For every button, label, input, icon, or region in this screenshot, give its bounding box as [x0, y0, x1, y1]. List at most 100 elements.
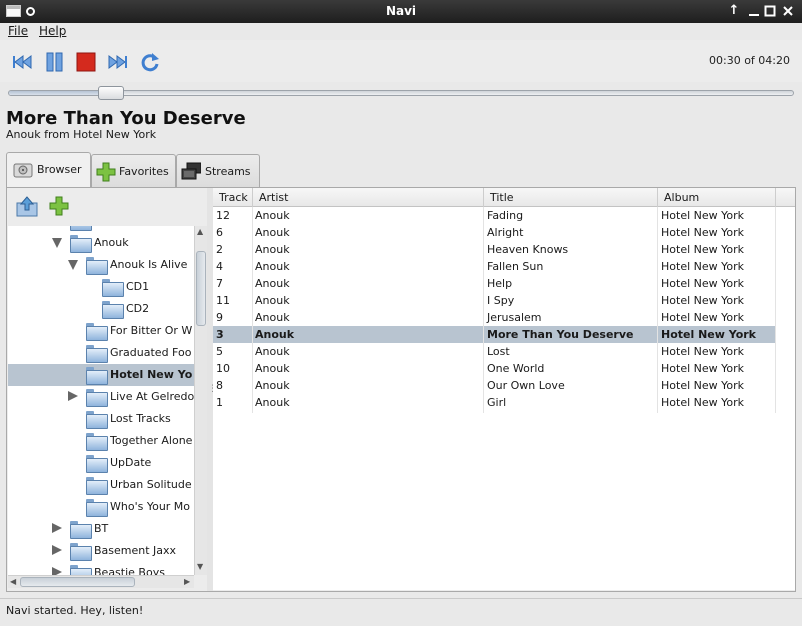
tree-item[interactable]: CD2 — [8, 298, 194, 320]
tree-item[interactable]: Hotel New Yo — [8, 364, 194, 386]
cell-artist: Anouk — [255, 243, 290, 256]
tree-item-label: Anouk — [94, 236, 129, 249]
scroll-up-icon[interactable]: ▲ — [197, 227, 203, 236]
tree-item[interactable]: Live At Gelredo — [8, 386, 194, 408]
cell-album: Hotel New York — [661, 311, 745, 324]
collapsed-arrow-icon[interactable] — [52, 567, 62, 575]
cell-album: Hotel New York — [661, 294, 745, 307]
column-album[interactable]: Album — [664, 191, 699, 204]
folder-icon — [86, 323, 108, 341]
collapsed-arrow-icon[interactable] — [68, 391, 78, 401]
folder-icon — [86, 367, 108, 385]
close-icon[interactable] — [780, 3, 796, 19]
cell-album: Hotel New York — [661, 209, 745, 222]
maximize-icon[interactable] — [762, 3, 778, 19]
scroll-left-icon[interactable]: ◀ — [10, 577, 16, 586]
collapsed-arrow-icon[interactable] — [52, 545, 62, 555]
title-bar: Navi ↑ — [0, 0, 802, 23]
table-row[interactable]: 9 Anouk Jerusalem Hotel New York — [213, 309, 775, 326]
cell-title: Jerusalem — [487, 311, 542, 324]
tree-item-label: Basement Jaxx — [94, 544, 177, 557]
seek-progress — [9, 91, 99, 95]
cell-artist: Anouk — [255, 226, 290, 239]
tab-favorites[interactable]: Favorites — [91, 154, 176, 187]
stop-button[interactable] — [75, 52, 97, 72]
cell-track: 10 — [216, 362, 230, 375]
tree-item-label: Anouk Is Alive — [110, 258, 188, 271]
cell-album: Hotel New York — [661, 260, 745, 273]
table-row[interactable]: 4 Anouk Fallen Sun Hotel New York — [213, 258, 775, 275]
menu-file[interactable]: File — [8, 24, 28, 38]
cell-track: 12 — [216, 209, 230, 222]
menu-help[interactable]: Help — [39, 24, 66, 38]
cell-album: Hotel New York — [661, 243, 745, 256]
table-row[interactable]: 6 Anouk Alright Hotel New York — [213, 224, 775, 241]
tree-item[interactable]: Who's Your Mo — [8, 496, 194, 518]
tree-horizontal-scrollbar[interactable]: ◀ ▶ — [8, 575, 194, 588]
tab-streams-label: Streams — [205, 165, 251, 178]
minimize-icon[interactable] — [746, 3, 762, 19]
tree-item[interactable]: Lost Tracks — [8, 408, 194, 430]
tree-item-label: BT — [94, 522, 109, 535]
cell-artist: Anouk — [255, 294, 290, 307]
folder-icon — [86, 257, 108, 275]
column-artist[interactable]: Artist — [259, 191, 288, 204]
cell-artist: Anouk — [255, 277, 290, 290]
tab-browser-label: Browser — [37, 163, 82, 176]
seek-bar[interactable] — [8, 90, 794, 96]
folder-up-icon[interactable] — [16, 196, 38, 218]
folder-icon — [86, 389, 108, 407]
tree-item[interactable]: Urban Solitude — [8, 474, 194, 496]
seek-handle[interactable] — [98, 86, 124, 100]
tree-item[interactable]: Anouk — [8, 232, 194, 254]
tree-item[interactable]: BT — [8, 518, 194, 540]
table-row[interactable]: 12 Anouk Fading Hotel New York — [213, 207, 775, 224]
table-row[interactable]: 1 Anouk Girl Hotel New York — [213, 394, 775, 411]
tab-browser[interactable]: Browser — [6, 152, 91, 188]
cell-track: 5 — [216, 345, 223, 358]
table-row[interactable]: 2 Anouk Heaven Knows Hotel New York — [213, 241, 775, 258]
tree-vertical-scrollbar[interactable]: ▲ ▼ — [194, 226, 207, 575]
column-track[interactable]: Track — [219, 191, 248, 204]
stop-icon — [76, 52, 96, 72]
tree-item[interactable]: UpDate — [8, 452, 194, 474]
tree-item[interactable]: Anouk Is Alive — [8, 254, 194, 276]
add-icon[interactable] — [49, 196, 69, 216]
cell-track: 11 — [216, 294, 230, 307]
tree-item[interactable]: Together Alone — [8, 430, 194, 452]
repeat-button[interactable] — [139, 51, 161, 72]
cell-title: Alright — [487, 226, 524, 239]
table-row[interactable]: 7 Anouk Help Hotel New York — [213, 275, 775, 292]
tab-streams[interactable]: Streams — [176, 154, 260, 187]
table-row[interactable]: 8 Anouk Our Own Love Hotel New York — [213, 377, 775, 394]
status-bar: Navi started. Hey, listen! — [0, 598, 802, 626]
tree-item-label: Graduated Foo — [110, 346, 192, 359]
tree-item[interactable]: Beastie Boys — [8, 562, 194, 575]
folder-tree[interactable]: Anouk Anouk Is Alive CD1 CD2 For Bitter Or W… — [8, 226, 194, 575]
pause-button[interactable] — [43, 52, 65, 72]
cell-album: Hotel New York — [661, 345, 745, 358]
scroll-down-icon[interactable]: ▼ — [197, 562, 203, 571]
shade-icon[interactable]: ↑ — [726, 3, 742, 19]
tree-item[interactable]: Basement Jaxx — [8, 540, 194, 562]
tree-item[interactable]: For Bitter Or W — [8, 320, 194, 342]
tree-item[interactable]: Graduated Foo — [8, 342, 194, 364]
column-title[interactable]: Title — [490, 191, 514, 204]
table-row[interactable]: 10 Anouk One World Hotel New York — [213, 360, 775, 377]
next-button[interactable] — [107, 52, 129, 72]
expanded-arrow-icon[interactable] — [52, 238, 62, 248]
table-row[interactable]: 3 Anouk More Than You Deserve Hotel New Yor… — [213, 326, 775, 343]
scroll-right-icon[interactable]: ▶ — [184, 577, 190, 586]
cell-album: Hotel New York — [661, 277, 745, 290]
previous-button[interactable] — [11, 52, 33, 72]
cell-artist: Anouk — [255, 362, 290, 375]
expanded-arrow-icon[interactable] — [68, 260, 78, 270]
menu-bar: File Help — [0, 23, 802, 40]
tree-vscroll-thumb[interactable] — [196, 251, 206, 326]
tree-item-label: For Bitter Or W — [110, 324, 193, 337]
tree-hscroll-thumb[interactable] — [20, 577, 135, 587]
table-row[interactable]: 11 Anouk I Spy Hotel New York — [213, 292, 775, 309]
collapsed-arrow-icon[interactable] — [52, 523, 62, 533]
tree-item[interactable]: CD1 — [8, 276, 194, 298]
table-row[interactable]: 5 Anouk Lost Hotel New York — [213, 343, 775, 360]
